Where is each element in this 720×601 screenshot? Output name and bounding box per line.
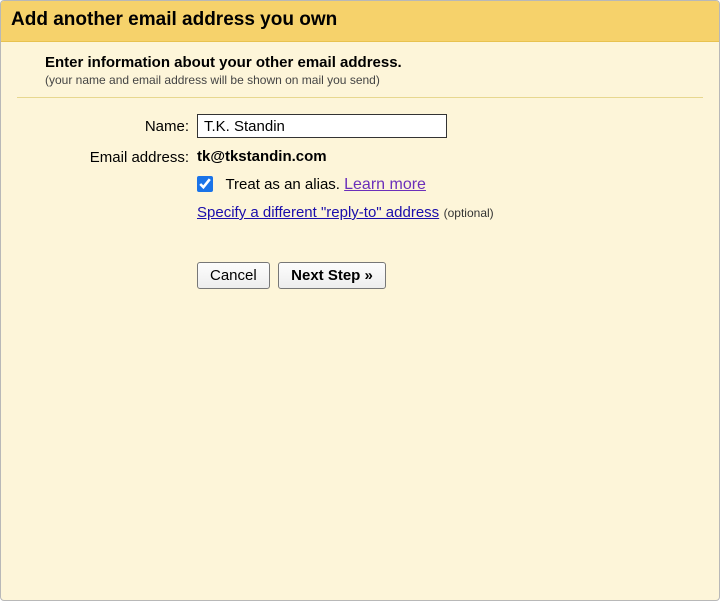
replyto-row: Specify a different "reply-to" address (… bbox=[17, 204, 703, 222]
specify-replyto-link[interactable]: Specify a different "reply-to" address bbox=[197, 204, 439, 221]
dialog-body: Enter information about your other email… bbox=[1, 42, 719, 600]
dialog-subtitle: Enter information about your other email… bbox=[45, 54, 703, 71]
dialog-subtitle-note: (your name and email address will be sho… bbox=[45, 73, 703, 87]
next-step-button[interactable]: Next Step » bbox=[278, 262, 386, 289]
learn-more-link[interactable]: Learn more bbox=[344, 176, 426, 193]
name-label: Name: bbox=[17, 118, 197, 135]
dialog-title: Add another email address you own bbox=[11, 9, 709, 31]
button-row: Cancel Next Step » bbox=[197, 262, 703, 289]
email-row: Email address: tk@tkstandin.com bbox=[17, 148, 703, 166]
email-value: tk@tkstandin.com bbox=[197, 148, 327, 165]
alias-checkbox[interactable] bbox=[197, 176, 213, 192]
add-email-dialog: Add another email address you own Enter … bbox=[0, 0, 720, 601]
replyto-optional: (optional) bbox=[444, 206, 494, 220]
email-label: Email address: bbox=[17, 149, 197, 166]
name-row: Name: bbox=[17, 114, 703, 138]
dialog-header: Add another email address you own bbox=[1, 1, 719, 42]
divider bbox=[17, 97, 703, 98]
name-input[interactable] bbox=[197, 114, 447, 138]
alias-row: Treat as an alias. Learn more bbox=[17, 176, 703, 194]
cancel-button[interactable]: Cancel bbox=[197, 262, 270, 289]
alias-text: Treat as an alias. bbox=[225, 176, 344, 193]
